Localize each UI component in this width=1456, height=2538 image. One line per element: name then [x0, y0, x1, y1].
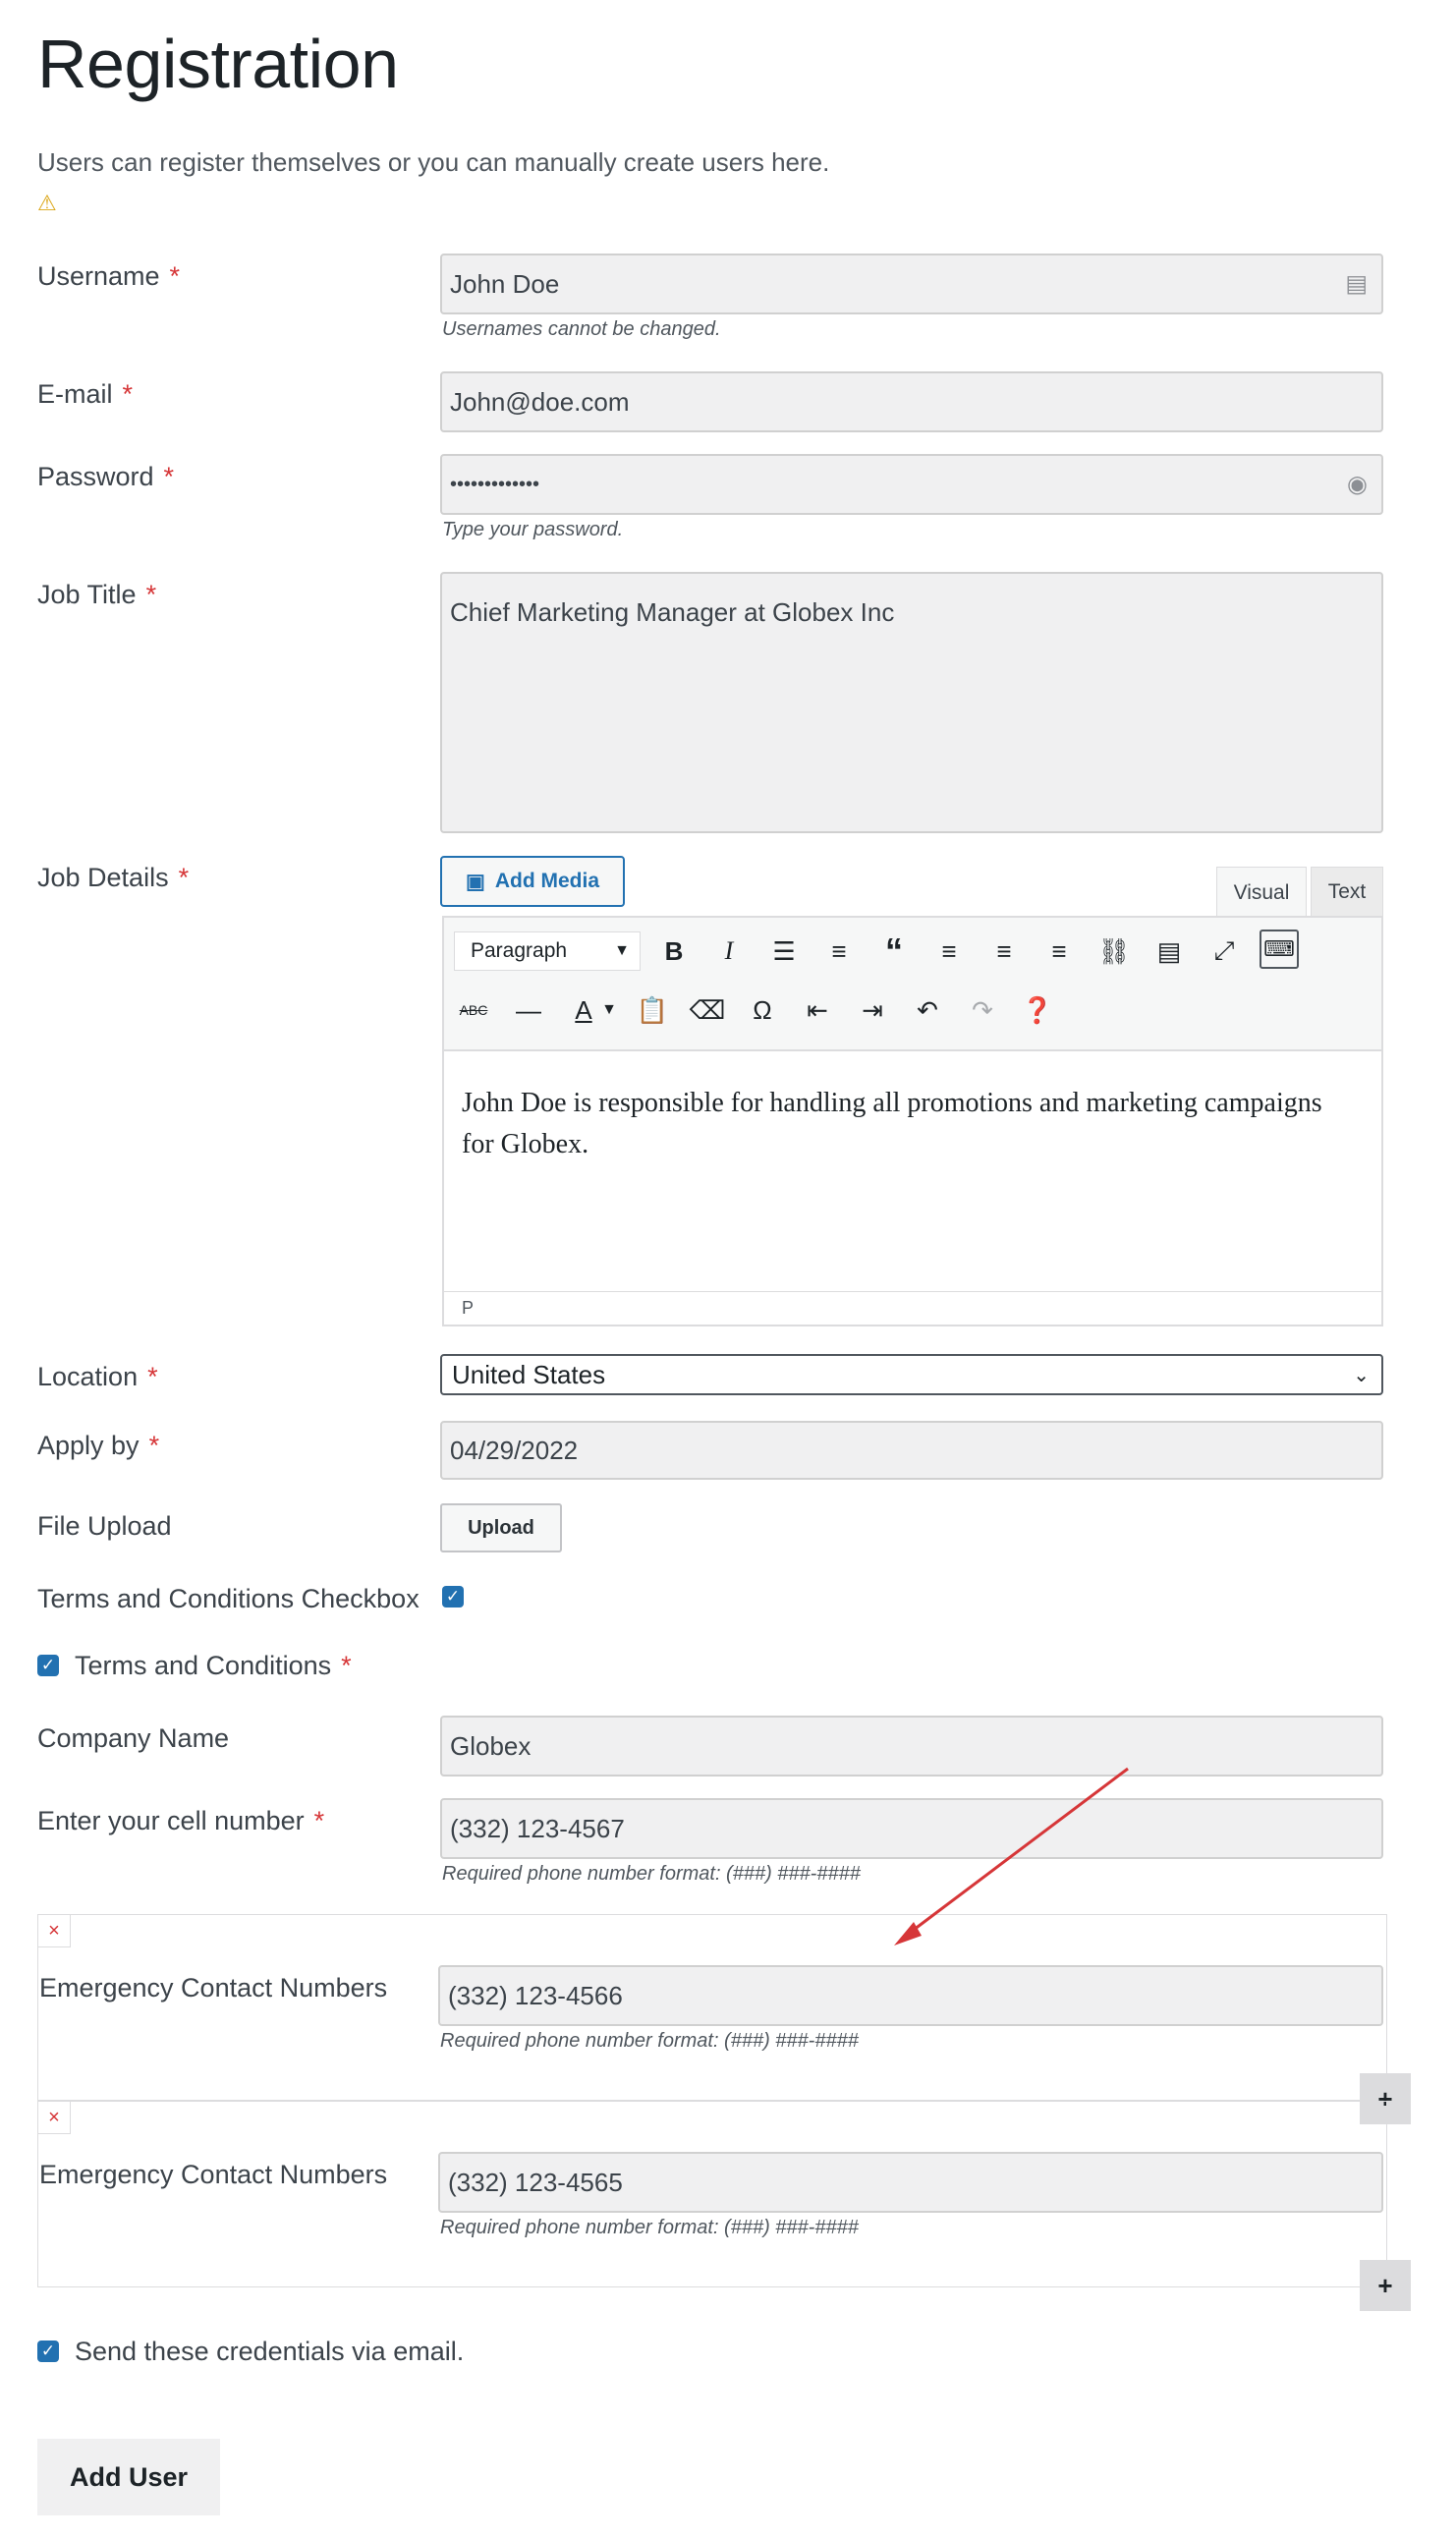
annotation-arrow — [894, 1767, 1129, 1946]
send-credentials-label: Send these credentials via email. — [75, 2337, 465, 2366]
send-credentials-checkbox[interactable]: ✓ — [37, 2341, 59, 2362]
add-user-button[interactable]: Add User — [37, 2439, 220, 2515]
